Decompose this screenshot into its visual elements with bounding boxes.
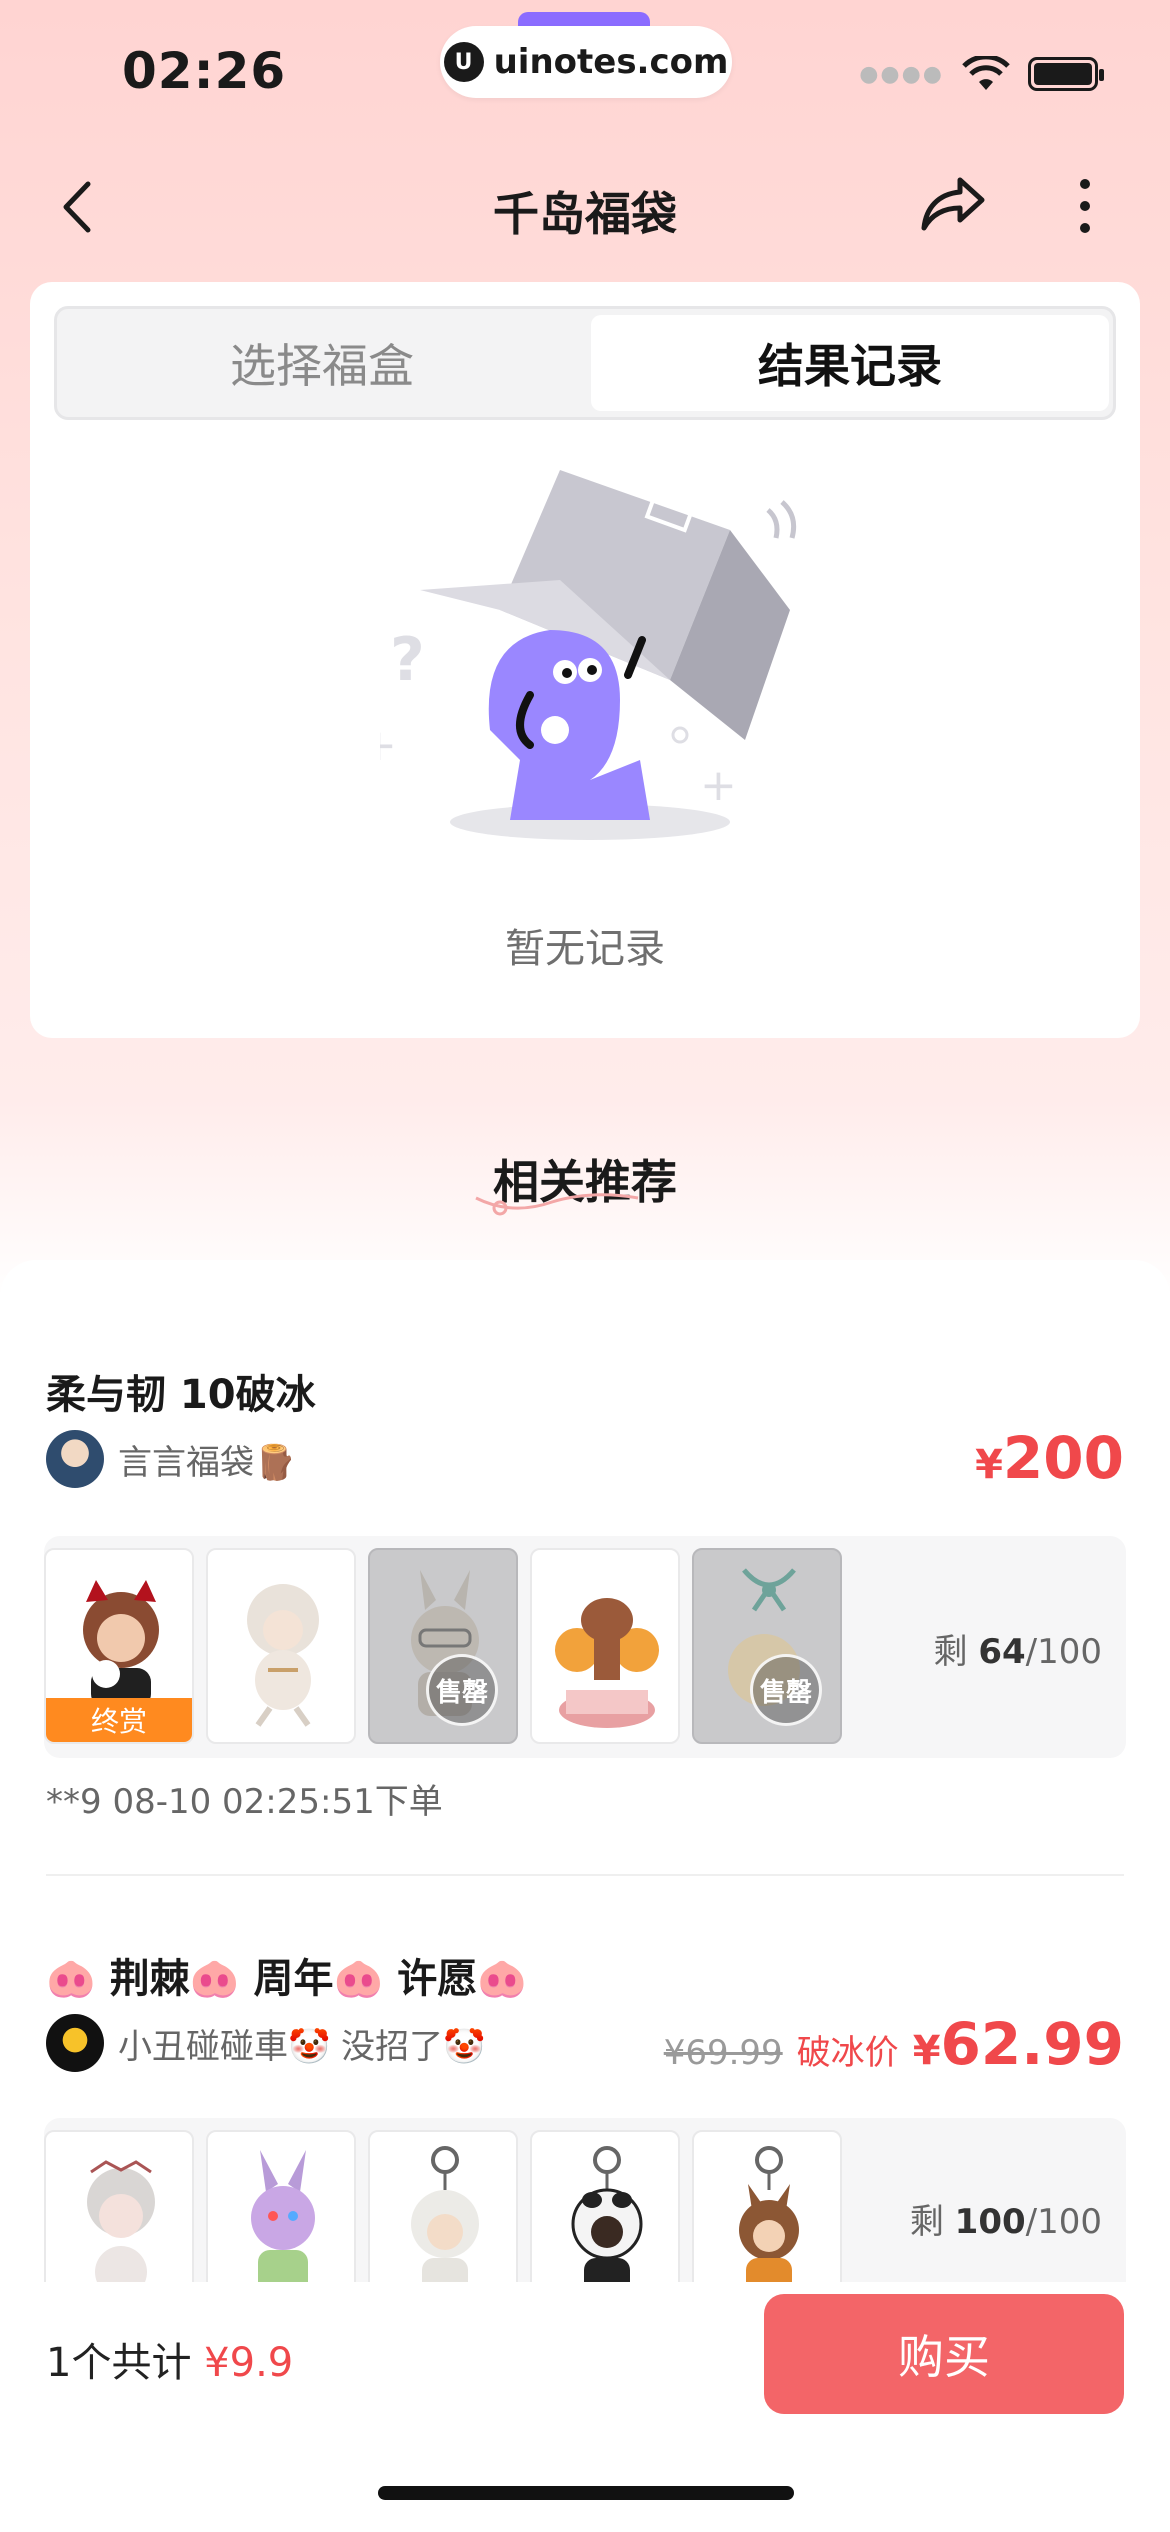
shop-row[interactable]: 言言福袋🪵 (46, 1430, 296, 1488)
order-total: 1个共计 ¥9.9 (46, 2340, 294, 2386)
prize-thumb-sold: 售罄 (368, 1548, 518, 1744)
buy-button[interactable]: 购买 (764, 2294, 1124, 2414)
prize-strip[interactable]: 剩 100/100 (44, 2118, 1126, 2326)
tab-select-box[interactable]: 选择福盒 (63, 315, 581, 411)
prize-thumb: 终赏 (44, 1548, 194, 1744)
signal-icon: ●●●● (859, 61, 944, 87)
doll-image (555, 1598, 659, 1728)
home-indicator (378, 2486, 794, 2500)
remaining-count: 剩 64/100 (933, 1632, 1103, 1672)
item-title[interactable]: 柔与韧 10破冰 (46, 1362, 316, 1420)
sold-out-badge: 售罄 (426, 1654, 498, 1726)
share-icon[interactable] (920, 172, 988, 234)
status-icons: ●●●● (859, 56, 1104, 92)
wifi-icon (962, 56, 1010, 90)
svg-text:+: + (700, 760, 737, 811)
item-title[interactable]: 🐽 荆棘🐽 周年🐽 许愿🐽 (46, 1946, 527, 2004)
url-pill: U uinotes.com (440, 26, 732, 98)
empty-box-illustration: ? + + (380, 470, 797, 840)
status-time: 02:26 (122, 42, 287, 100)
avatar (46, 2014, 104, 2072)
ice-break-label: 破冰价 (796, 2033, 899, 2073)
prize-thumb (530, 1548, 680, 1744)
tab-switcher: 选择福盒 结果记录 (54, 306, 1116, 420)
remaining-count: 剩 100/100 (909, 2202, 1102, 2242)
shop-row[interactable]: 小丑碰碰車🤡 没招了🤡 (46, 2014, 485, 2072)
prize-thumb-sold: 售罄 (692, 1548, 842, 1744)
battery-icon (1028, 57, 1104, 91)
shop-name: 小丑碰碰車🤡 没招了🤡 (118, 2026, 486, 2067)
prize-strip[interactable]: 终赏 售罄 售罄 剩 64/100 (44, 1536, 1126, 1758)
doll-image (247, 1584, 319, 1727)
uinotes-logo-icon: U (443, 42, 484, 82)
item-price-group: ¥69.99 破冰价 ¥62.99 (664, 2010, 1124, 2078)
order-note: **9 08-10 02:25:51下单 (46, 1782, 443, 1822)
item-price: ¥200 (975, 1424, 1124, 1492)
prize-thumb (206, 1548, 356, 1744)
avatar (46, 1430, 104, 1488)
item-price: ¥62.99 (912, 2010, 1124, 2078)
url-text: uinotes.com (493, 42, 729, 82)
more-icon[interactable] (1070, 176, 1100, 236)
shop-name: 言言福袋🪵 (118, 1442, 297, 1483)
svg-text:?: ? (390, 625, 425, 695)
empty-state-text: 暂无记录 (505, 926, 665, 972)
total-price: ¥9.9 (204, 2340, 294, 2386)
title-underline-decoration (475, 1193, 639, 1216)
final-prize-tag: 终赏 (46, 1698, 192, 1742)
divider (46, 1874, 1124, 1876)
original-price: ¥69.99 (663, 2033, 783, 2073)
tab-result-record[interactable]: 结果记录 (591, 315, 1109, 411)
page-title: 千岛福袋 (493, 187, 677, 241)
sold-out-badge: 售罄 (750, 1654, 822, 1726)
svg-text:+: + (380, 720, 397, 771)
